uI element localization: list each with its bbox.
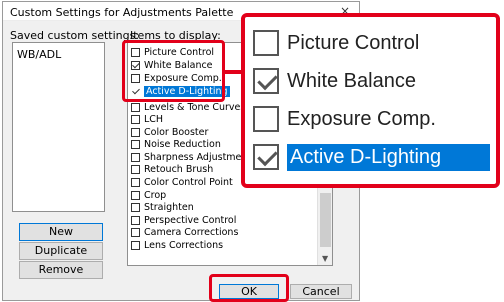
display-item-label: Retouch Brush: [144, 164, 214, 176]
display-item-straighten[interactable]: Straighten: [131, 202, 194, 214]
checkbox[interactable]: [131, 215, 140, 225]
display-item-label: Perspective Control: [144, 214, 237, 226]
display-item-label: Sharpness Adjustment: [144, 151, 252, 163]
checkbox[interactable]: [131, 228, 140, 238]
display-item-label: Camera Corrections: [144, 227, 239, 239]
display-item-sharpness-adjustment[interactable]: Sharpness Adjustment: [131, 151, 251, 163]
zoom-checkbox: [253, 68, 279, 94]
checkbox[interactable]: [131, 140, 140, 150]
saved-settings-list[interactable]: WB/ADL: [12, 42, 105, 212]
zoom-item-active-d-lighting: Active D-Lighting: [253, 141, 490, 173]
display-item-retouch-brush[interactable]: Retouch Brush: [131, 164, 213, 176]
remove-button[interactable]: Remove: [19, 261, 103, 279]
display-item-label: Noise Reduction: [144, 139, 221, 151]
display-item-camera-corrections[interactable]: Camera Corrections: [131, 227, 238, 239]
display-item-perspective-control[interactable]: Perspective Control: [131, 214, 236, 226]
display-item-levels-tone-curves[interactable]: Levels & Tone Curves: [131, 101, 245, 113]
zoom-item-label: Exposure Comp.: [287, 107, 436, 130]
checkbox[interactable]: [131, 240, 140, 250]
checkbox[interactable]: [131, 127, 140, 137]
checkbox[interactable]: [131, 165, 140, 175]
display-item-crop[interactable]: Crop: [131, 189, 166, 201]
dialog-title: Custom Settings for Adjustments Palette: [10, 6, 234, 19]
zoom-callout: Picture Control White Balance Exposure Com…: [241, 13, 500, 188]
zoom-item-exposure-comp-: Exposure Comp.: [253, 103, 490, 135]
display-item-lch[interactable]: LCH: [131, 114, 163, 126]
checkbox[interactable]: [131, 190, 140, 200]
items-highlight-box: [122, 40, 225, 102]
display-item-noise-reduction[interactable]: Noise Reduction: [131, 139, 221, 151]
duplicate-button[interactable]: Duplicate: [19, 242, 103, 260]
new-button[interactable]: New: [19, 223, 103, 241]
scrollbar-thumb[interactable]: [320, 193, 331, 247]
zoom-item-label: Active D-Lighting: [287, 143, 490, 171]
display-item-color-control-point[interactable]: Color Control Point: [131, 177, 233, 189]
display-item-label: Lens Corrections: [144, 239, 224, 251]
zoom-item-white-balance: White Balance: [253, 65, 490, 97]
display-item-label: Levels & Tone Curves: [144, 101, 246, 113]
display-item-label: Color Control Point: [144, 177, 233, 189]
checkbox[interactable]: [131, 203, 140, 213]
ok-highlight-box: [209, 274, 289, 302]
display-item-lens-corrections[interactable]: Lens Corrections: [131, 239, 223, 251]
saved-settings-label: Saved custom settings:: [10, 29, 140, 42]
display-item-label: Straighten: [144, 202, 194, 214]
zoom-checkbox: [253, 30, 279, 56]
checkbox[interactable]: [131, 178, 140, 188]
zoom-item-label: White Balance: [287, 69, 416, 92]
checkbox[interactable]: [131, 115, 140, 125]
display-item-color-booster[interactable]: Color Booster: [131, 126, 208, 138]
display-item-label: LCH: [144, 114, 164, 126]
checkbox[interactable]: [131, 102, 140, 112]
checkbox[interactable]: [131, 152, 140, 162]
saved-setting-item[interactable]: WB/ADL: [13, 43, 104, 66]
zoom-item-picture-control: Picture Control: [253, 27, 490, 59]
cancel-button[interactable]: Cancel: [290, 284, 352, 299]
zoom-checkbox: [253, 144, 279, 170]
display-item-label: Crop: [144, 189, 167, 201]
display-item-label: Color Booster: [144, 126, 209, 138]
zoom-item-label: Picture Control: [287, 31, 420, 54]
zoom-checkbox: [253, 106, 279, 132]
scroll-down-icon[interactable]: ▼: [322, 254, 328, 263]
